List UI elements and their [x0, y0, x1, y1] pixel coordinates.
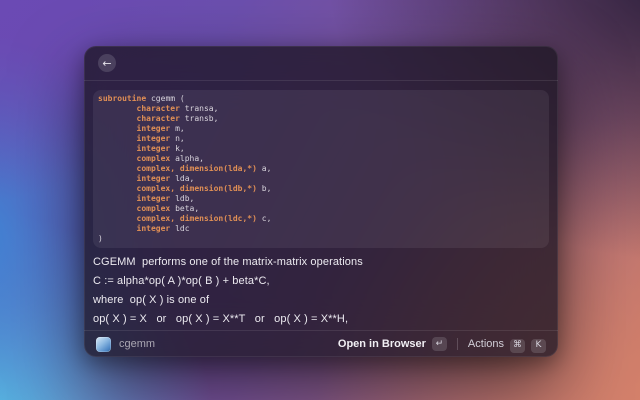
code-line: integer ldb, — [98, 194, 544, 204]
code-line: integer m, — [98, 124, 544, 134]
key-badge: ⌘ — [510, 339, 525, 353]
code-line: complex beta, — [98, 204, 544, 214]
extension-label: cgemm — [119, 338, 155, 350]
open-in-browser-button[interactable]: Open in Browser ↵ — [338, 337, 447, 351]
description-line: where op( X ) is one of — [93, 291, 549, 310]
description-line: C := alpha*op( A )*op( B ) + beta*C, — [93, 272, 549, 291]
extension-icon — [96, 337, 111, 352]
code-line: complex alpha, — [98, 154, 544, 164]
code-line: integer k, — [98, 144, 544, 154]
description-line: CGEMM performs one of the matrix-matrix … — [93, 253, 549, 272]
code-line: integer n, — [98, 134, 544, 144]
code-line: ) — [98, 234, 544, 244]
code-line: character transa, — [98, 104, 544, 114]
footer-divider — [457, 338, 458, 350]
code-line: integer ldc — [98, 224, 544, 234]
actions-keys: ⌘K — [504, 335, 546, 353]
return-key-icon: ↵ — [432, 337, 447, 351]
code-line: subroutine cgemm ( — [98, 94, 544, 104]
key-badge: K — [531, 339, 546, 353]
back-button[interactable]: ← — [98, 54, 116, 72]
detail-scroll-area[interactable]: subroutine cgemm ( character transa, cha… — [84, 81, 558, 330]
code-block: subroutine cgemm ( character transa, cha… — [93, 90, 549, 248]
code-line: complex, dimension(lda,*) a, — [98, 164, 544, 174]
actions-button[interactable]: Actions ⌘K — [468, 335, 546, 353]
code-line: integer lda, — [98, 174, 544, 184]
desktop-wallpaper: ← subroutine cgemm ( character transa, c… — [0, 0, 640, 400]
back-arrow-icon: ← — [102, 58, 111, 69]
description-line: op( X ) = X or op( X ) = X**T or op( X )… — [93, 310, 549, 329]
footer-actions: Open in Browser ↵ Actions ⌘K — [338, 335, 546, 353]
code-lines: subroutine cgemm ( character transa, cha… — [98, 94, 544, 244]
footer-bar: cgemm Open in Browser ↵ Actions ⌘K — [84, 330, 558, 357]
code-line: complex, dimension(ldc,*) c, — [98, 214, 544, 224]
open-in-browser-label: Open in Browser — [338, 338, 426, 350]
code-line: complex, dimension(ldb,*) b, — [98, 184, 544, 194]
code-line: character transb, — [98, 114, 544, 124]
window-header: ← — [84, 46, 558, 81]
description: CGEMM performs one of the matrix-matrix … — [93, 253, 549, 329]
docs-detail-window: ← subroutine cgemm ( character transa, c… — [84, 46, 558, 357]
actions-label: Actions — [468, 338, 504, 350]
